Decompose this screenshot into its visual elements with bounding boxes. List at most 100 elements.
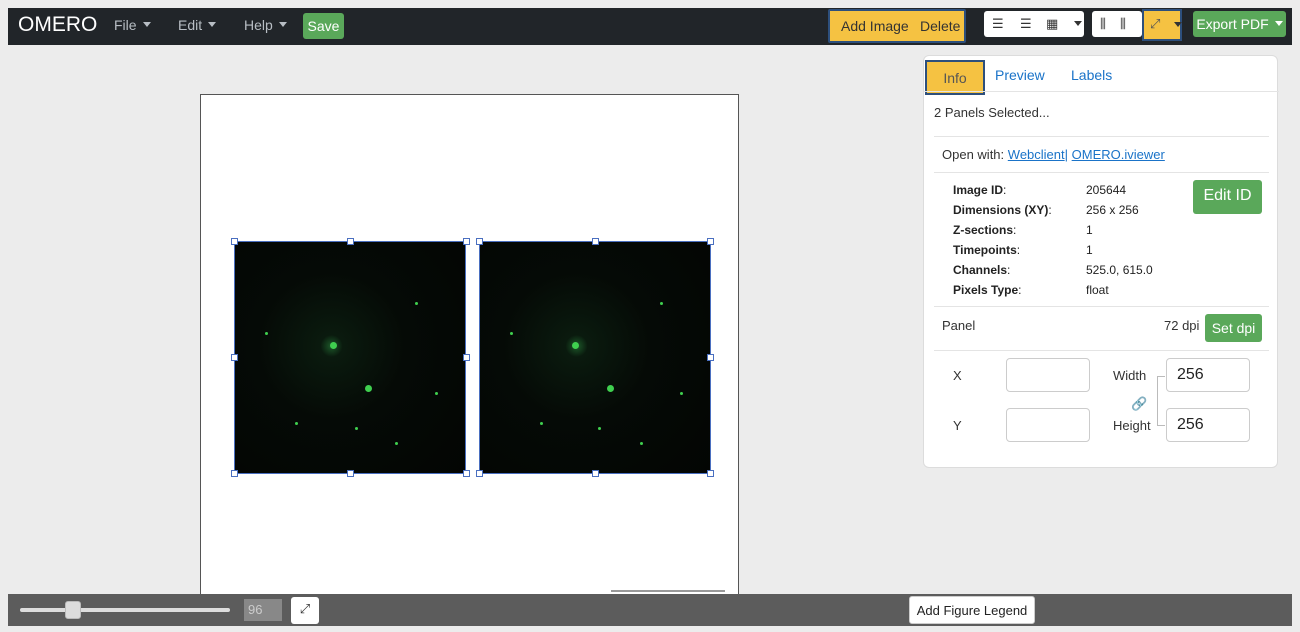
- open-with-row: Open with: Webclient| OMERO.iviewer: [942, 147, 1165, 162]
- selection-count: 2 Panels Selected...: [934, 105, 1050, 120]
- webclient-link[interactable]: Webclient: [1008, 147, 1065, 162]
- height-label: Height: [1113, 418, 1151, 433]
- divider: [934, 306, 1269, 307]
- edit-id-button[interactable]: Edit ID: [1193, 180, 1262, 214]
- cell-spot: [395, 442, 398, 445]
- field-key: Timepoints:: [953, 243, 1021, 257]
- resize-panels-button[interactable]: ⤢: [1142, 9, 1182, 41]
- field-value: float: [1086, 283, 1109, 297]
- tab-info[interactable]: Info: [925, 60, 985, 95]
- cell-spot: [355, 427, 358, 430]
- dpi-value: 72 dpi: [1164, 318, 1200, 333]
- x-label: X: [953, 368, 962, 383]
- cell-spot: [510, 332, 513, 335]
- y-input[interactable]: [1006, 408, 1090, 442]
- divider: [934, 350, 1269, 351]
- add-delete-group: Add Image Delete: [828, 9, 966, 43]
- cell-spot: [680, 392, 683, 395]
- tab-divider: [924, 91, 1279, 92]
- field-key: Dimensions (XY):: [953, 203, 1052, 217]
- align-top-icon[interactable]: ⫼: [1100, 16, 1106, 32]
- chevron-down-icon: [208, 22, 217, 27]
- cell-spot: [415, 302, 418, 305]
- cell-spot: [295, 422, 298, 425]
- field-value: 1: [1086, 243, 1093, 257]
- field-value: 1: [1086, 223, 1093, 237]
- resize-handle[interactable]: [707, 238, 714, 245]
- chevron-down-icon[interactable]: [1074, 21, 1082, 26]
- zoom-slider[interactable]: [20, 608, 230, 612]
- resize-handle[interactable]: [592, 238, 599, 245]
- image-panel[interactable]: [479, 241, 711, 474]
- set-dpi-button[interactable]: Set dpi: [1205, 314, 1262, 342]
- field-key: Pixels Type:: [953, 283, 1022, 297]
- properties-panel: Info Preview Labels 2 Panels Selected...…: [923, 55, 1279, 468]
- link-aspect-icon[interactable]: 🔗: [1131, 396, 1147, 412]
- resize-handle[interactable]: [707, 354, 714, 361]
- edit-menu[interactable]: Edit: [178, 17, 217, 33]
- width-input[interactable]: [1166, 358, 1250, 392]
- brand-logo: OMERO: [18, 13, 98, 36]
- tab-preview[interactable]: Preview: [995, 67, 1045, 83]
- cell-spot: [540, 422, 543, 425]
- height-input[interactable]: [1166, 408, 1250, 442]
- resize-handle[interactable]: [347, 238, 354, 245]
- resize-handle[interactable]: [476, 238, 483, 245]
- cell-spot: [265, 332, 268, 335]
- align-right-icon[interactable]: ☰: [1020, 16, 1032, 32]
- resize-handle[interactable]: [231, 470, 238, 477]
- cell-spot: [572, 342, 579, 349]
- file-menu[interactable]: File: [114, 17, 151, 33]
- image-panel[interactable]: [234, 241, 466, 474]
- resize-handle[interactable]: [463, 470, 470, 477]
- divider: [934, 172, 1269, 173]
- align-tools: ☰ ☰ ▦: [984, 11, 1084, 37]
- add-figure-legend-button[interactable]: Add Figure Legend: [909, 596, 1035, 624]
- link-separator: |: [1064, 147, 1069, 162]
- chevron-down-icon: [1174, 22, 1182, 27]
- chevron-down-icon: [278, 22, 287, 27]
- field-key: Channels:: [953, 263, 1011, 277]
- width-label: Width: [1113, 368, 1147, 383]
- resize-handle[interactable]: [707, 470, 714, 477]
- delete-button[interactable]: Delete: [920, 18, 960, 34]
- cell-spot: [330, 342, 337, 349]
- field-value: 525.0, 615.0: [1086, 263, 1153, 277]
- page-scrollbar[interactable]: [611, 590, 725, 592]
- add-image-button[interactable]: Add Image: [841, 18, 909, 34]
- x-input[interactable]: [1006, 358, 1090, 392]
- export-pdf-label: Export PDF: [1196, 16, 1269, 32]
- file-menu-label: File: [114, 17, 137, 33]
- align-bottom-icon[interactable]: ⫼: [1120, 16, 1126, 32]
- cell-spot: [435, 392, 438, 395]
- export-pdf-button[interactable]: Export PDF: [1193, 11, 1286, 37]
- save-button[interactable]: Save: [303, 13, 344, 39]
- chevron-down-icon: [1274, 21, 1283, 26]
- resize-handle[interactable]: [592, 470, 599, 477]
- panel-label: Panel: [942, 318, 976, 333]
- field-value: 256 x 256: [1086, 203, 1139, 217]
- iviewer-link[interactable]: OMERO.iviewer: [1072, 147, 1165, 162]
- y-label: Y: [953, 418, 962, 433]
- grid-icon[interactable]: ▦: [1046, 16, 1058, 32]
- resize-handle[interactable]: [476, 470, 483, 477]
- field-key: Image ID:: [953, 183, 1007, 197]
- bottom-bar: 96 ⤢: [8, 594, 1292, 626]
- tab-labels[interactable]: Labels: [1071, 67, 1112, 83]
- fit-to-page-button[interactable]: ⤢: [291, 597, 319, 624]
- cell-spot: [598, 427, 601, 430]
- resize-handle[interactable]: [463, 354, 470, 361]
- help-menu[interactable]: Help: [244, 17, 287, 33]
- resize-handle[interactable]: [463, 238, 470, 245]
- cell-spot: [640, 442, 643, 445]
- chevron-down-icon: [142, 22, 151, 27]
- help-menu-label: Help: [244, 17, 273, 33]
- resize-handle[interactable]: [231, 354, 238, 361]
- resize-handle[interactable]: [347, 470, 354, 477]
- resize-icon: ⤢: [1150, 16, 1161, 31]
- cell-spot: [660, 302, 663, 305]
- align-left-icon[interactable]: ☰: [992, 16, 1004, 32]
- zoom-slider-handle[interactable]: [64, 601, 81, 619]
- divider: [934, 136, 1269, 137]
- resize-handle[interactable]: [231, 238, 238, 245]
